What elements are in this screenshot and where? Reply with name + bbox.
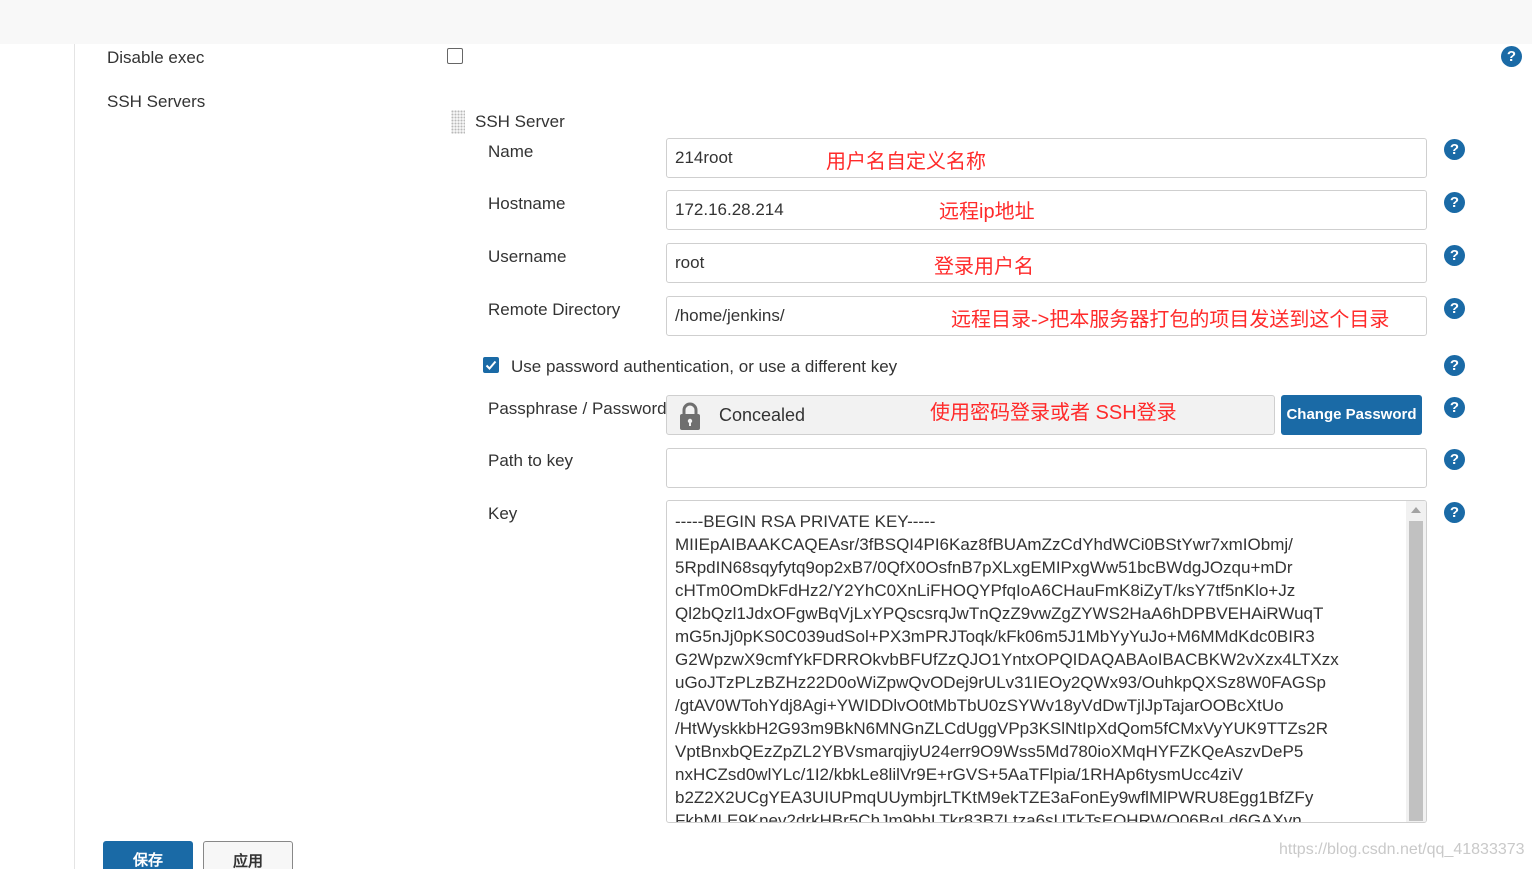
username-input[interactable]: root [666,243,1427,283]
left-divider [74,44,75,869]
drag-handle-icon[interactable] [451,110,465,134]
path-to-key-label: Path to key [488,451,574,470]
passphrase-label: Passphrase / Password [488,399,667,418]
help-icon-username[interactable]: ? [1444,245,1465,266]
ssh-server-title: SSH Server [475,112,565,131]
hostname-label: Hostname [488,194,566,213]
help-icon-disable-exec[interactable]: ? [1501,46,1522,67]
name-label: Name [488,142,534,161]
help-icon-path-to-key[interactable]: ? [1444,449,1465,470]
username-label: Username [488,247,567,266]
help-icon-hostname[interactable]: ? [1444,192,1465,213]
remote-directory-label: Remote Directory [488,300,621,319]
hostname-input[interactable]: 172.16.28.214 [666,190,1427,230]
ssh-servers-label: SSH Servers [107,92,206,111]
lock-icon [677,401,703,436]
key-scrollbar[interactable] [1406,501,1426,822]
help-icon-remote-directory[interactable]: ? [1444,298,1465,319]
help-icon-key[interactable]: ? [1444,502,1465,523]
help-icon-use-password[interactable]: ? [1444,355,1465,376]
key-textarea[interactable]: -----BEGIN RSA PRIVATE KEY----- MIIEpAIB… [666,500,1427,823]
help-icon-passphrase[interactable]: ? [1444,397,1465,418]
scroll-thumb[interactable] [1409,521,1423,821]
disable-exec-label: Disable exec [107,48,205,67]
key-text: -----BEGIN RSA PRIVATE KEY----- MIIEpAIB… [675,512,1339,823]
use-password-label: Use password authentication, or use a di… [511,357,898,376]
annotation-password: 使用密码登录或者 SSH登录 [930,402,1177,424]
apply-button[interactable]: 应用 [203,841,293,869]
annotation-remote-directory: 远程目录->把本服务器打包的项目发送到这个目录 [951,309,1390,331]
annotation-hostname: 远程ip地址 [939,201,1035,223]
top-bar [0,0,1532,44]
scroll-up-arrow-icon[interactable] [1411,507,1421,513]
path-to-key-input[interactable] [666,448,1427,488]
annotation-username: 登录用户名 [934,256,1034,278]
save-button[interactable]: 保存 [103,841,193,869]
help-icon-name[interactable]: ? [1444,139,1465,160]
disable-exec-checkbox[interactable] [447,48,463,64]
use-password-checkbox[interactable] [483,357,499,373]
name-input[interactable]: 214root [666,138,1427,178]
change-password-button[interactable]: Change Password [1281,395,1422,435]
watermark: https://blog.csdn.net/qq_41833373 [1279,841,1525,858]
concealed-text: Concealed [719,405,806,425]
annotation-name: 用户名自定义名称 [826,151,986,173]
key-label: Key [488,504,518,523]
